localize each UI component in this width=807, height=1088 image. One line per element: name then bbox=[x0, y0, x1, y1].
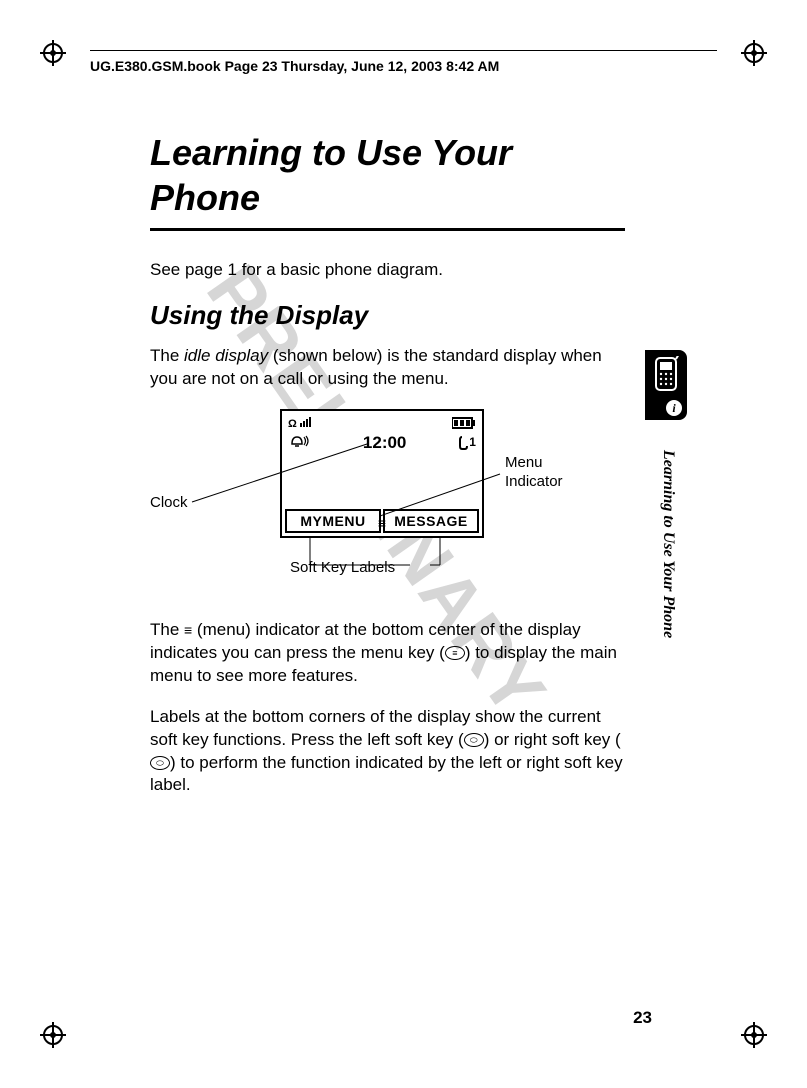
title-rule bbox=[150, 228, 625, 231]
figure-idle-display: Ω 12:00 1 ≡ bbox=[150, 409, 625, 609]
info-badge-icon: i bbox=[666, 400, 682, 416]
para-softkeys: Labels at the bottom corners of the disp… bbox=[150, 706, 625, 798]
registration-mark-icon bbox=[741, 40, 767, 66]
header-text: UG.E380.GSM.book Page 23 Thursday, June … bbox=[90, 58, 499, 74]
intro-text: See page 1 for a basic phone diagram. bbox=[150, 259, 625, 282]
registration-mark-icon bbox=[741, 1022, 767, 1048]
callout-menu: Menu Indicator bbox=[505, 454, 585, 492]
text: The bbox=[150, 346, 184, 365]
text: ) to perform the function indicated by t… bbox=[150, 753, 623, 795]
line-number: 1 bbox=[469, 435, 476, 449]
left-softkey-icon: ⬭ bbox=[464, 733, 484, 747]
content: Learning to Use Your Phone See page 1 fo… bbox=[150, 130, 625, 815]
menu-indicator-icon: ≡ bbox=[378, 515, 386, 531]
registration-mark-icon bbox=[40, 1022, 66, 1048]
menu-glyph-icon: ≡ bbox=[184, 628, 192, 634]
para-menu-indicator: The ≡ (menu) indicator at the bottom cen… bbox=[150, 619, 625, 688]
signal-icon: Ω bbox=[288, 415, 314, 429]
text: ) or right soft key ( bbox=[484, 730, 621, 749]
callout-line-softkeys bbox=[285, 537, 485, 567]
section-heading: Using the Display bbox=[150, 300, 625, 331]
para-idle-display: The idle display (shown below) is the st… bbox=[150, 345, 625, 391]
text-italic: idle display bbox=[184, 346, 268, 365]
text: The bbox=[150, 620, 184, 639]
registration-mark-icon bbox=[40, 40, 66, 66]
page-number: 23 bbox=[633, 1008, 652, 1028]
side-tab: i bbox=[645, 350, 687, 420]
callout-line-menu bbox=[380, 474, 510, 534]
page: PRELIMINARY UG.E380.GSM.book Page 23 Thu… bbox=[0, 0, 807, 1088]
right-softkey-icon: ⬭ bbox=[150, 756, 170, 770]
callout-line-clock bbox=[192, 444, 372, 514]
menu-key-icon: ≡ bbox=[445, 646, 465, 660]
svg-text:Ω: Ω bbox=[288, 418, 297, 429]
callout-clock: Clock bbox=[150, 494, 188, 511]
side-caption: Learning to Use Your Phone bbox=[659, 450, 677, 638]
phone-icon bbox=[650, 356, 682, 398]
page-title: Learning to Use Your Phone bbox=[150, 130, 625, 220]
battery-icon bbox=[452, 415, 476, 429]
status-bar: Ω bbox=[288, 415, 476, 429]
header-rule bbox=[90, 50, 717, 51]
line-indicator: 1 bbox=[459, 435, 476, 450]
